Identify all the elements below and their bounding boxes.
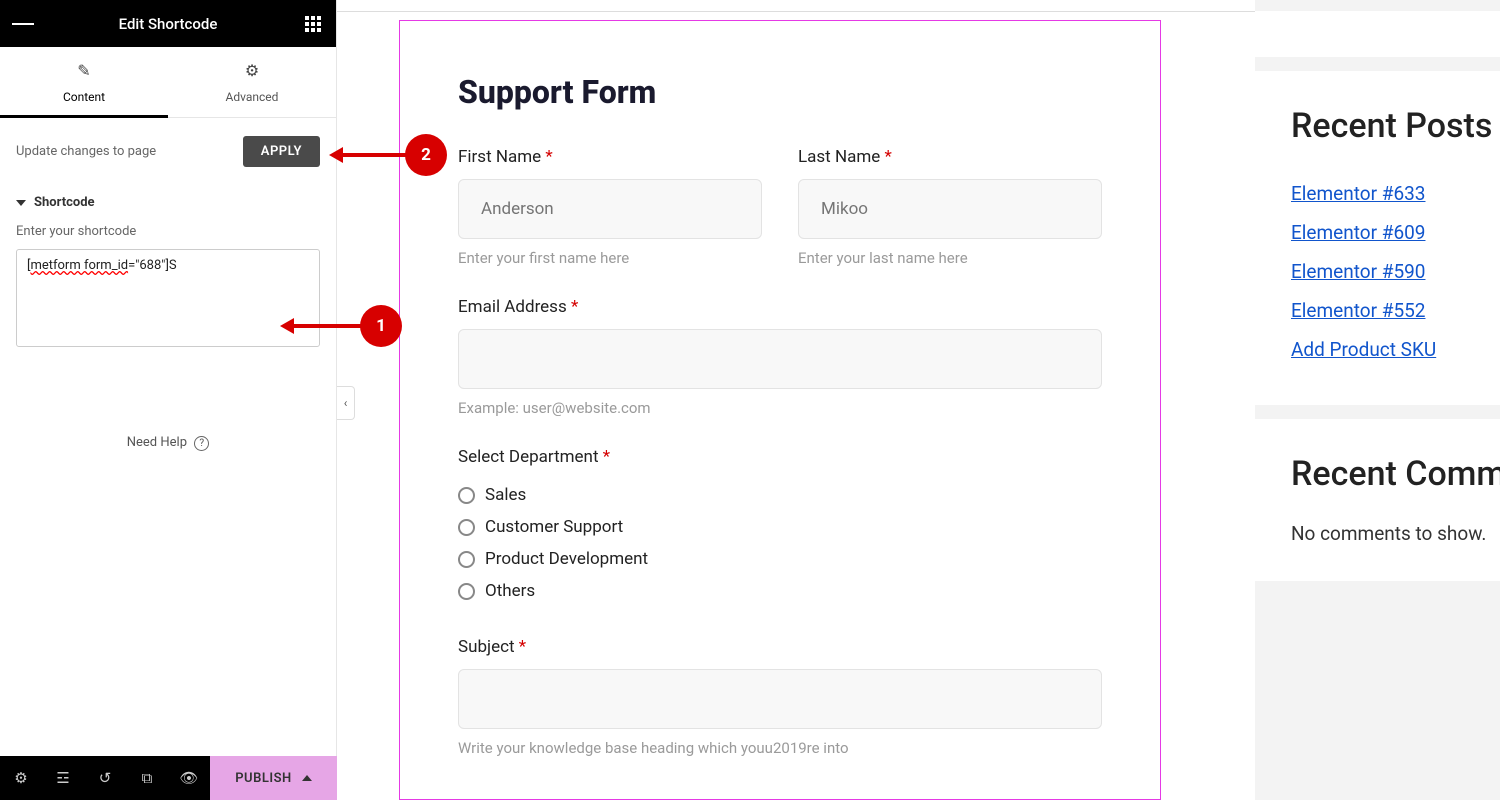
widget-recent-comments: Recent Comments No comments to show. — [1255, 419, 1500, 581]
form-title: Support Form — [458, 73, 1102, 111]
first-name-hint: Enter your first name here — [458, 249, 762, 267]
recent-post-link[interactable]: Add Product SKU — [1291, 330, 1500, 369]
publish-button[interactable]: PUBLISH — [210, 756, 337, 800]
editor-panel: Edit Shortcode ✎ Content ⚙ Advanced Upda… — [0, 0, 337, 800]
right-sidebar: Recent Posts Elementor #633 Elementor #6… — [1255, 0, 1500, 800]
annotation-1-arrow — [293, 324, 361, 328]
publish-label: PUBLISH — [235, 771, 292, 786]
radio-option[interactable]: Product Development — [458, 543, 1102, 575]
recent-post-link[interactable]: Elementor #552 — [1291, 291, 1500, 330]
no-comments-text: No comments to show. — [1291, 522, 1500, 545]
help-icon: ? — [194, 436, 209, 451]
apply-button[interactable]: APPLY — [243, 136, 320, 167]
required-mark: * — [884, 147, 891, 167]
radio-label: Others — [485, 581, 535, 601]
recent-post-link[interactable]: Elementor #633 — [1291, 174, 1500, 213]
recent-comments-title: Recent Comments — [1291, 455, 1500, 494]
shortcode-label: Enter your shortcode — [16, 224, 320, 239]
shortcode-section: Shortcode Enter your shortcode [metform … — [0, 185, 336, 365]
tab-advanced-label: Advanced — [226, 90, 279, 104]
subject-hint: Write your knowledge base heading which … — [458, 739, 1102, 757]
arrow-left-icon — [329, 147, 343, 163]
section-toggle-shortcode[interactable]: Shortcode — [16, 185, 320, 224]
field-last-name: Last Name * Enter your last name here — [798, 147, 1102, 267]
required-mark: * — [519, 637, 526, 657]
radio-label: Product Development — [485, 549, 648, 569]
recent-posts-title: Recent Posts — [1291, 107, 1500, 146]
shortcode-textarea[interactable]: [metform form_id="688"]S — [16, 249, 320, 347]
first-name-label: First Name — [458, 147, 541, 167]
panel-title: Edit Shortcode — [119, 15, 218, 33]
field-department: Select Department * Sales Customer Suppo… — [458, 447, 1102, 607]
recent-post-link[interactable]: Elementor #609 — [1291, 213, 1500, 252]
last-name-input[interactable] — [798, 179, 1102, 239]
last-name-label: Last Name — [798, 147, 880, 167]
radio-option[interactable]: Customer Support — [458, 511, 1102, 543]
annotation-2-arrow — [342, 153, 406, 157]
email-input[interactable] — [458, 329, 1102, 389]
field-first-name: First Name * Enter your first name here — [458, 147, 762, 267]
email-label: Email Address — [458, 297, 567, 317]
required-mark: * — [571, 297, 578, 317]
apply-message: Update changes to page — [16, 144, 156, 159]
widgets-grid-icon[interactable] — [302, 13, 324, 35]
department-radio-group: Sales Customer Support Product Developme… — [458, 479, 1102, 607]
preview-area: Support Form First Name * Enter your fir… — [337, 0, 1500, 800]
preview-icon[interactable]: 👁 — [168, 756, 210, 800]
tab-content-label: Content — [63, 90, 105, 104]
chevron-up-icon — [302, 775, 312, 781]
first-name-input[interactable] — [458, 179, 762, 239]
section-title: Shortcode — [34, 195, 95, 210]
tab-content[interactable]: ✎ Content — [0, 47, 168, 117]
widget-canvas[interactable]: Support Form First Name * Enter your fir… — [399, 20, 1161, 800]
annotation-1: 1 — [360, 305, 402, 347]
widget-recent-posts: Recent Posts Elementor #633 Elementor #6… — [1255, 71, 1500, 405]
required-mark: * — [603, 447, 610, 467]
responsive-icon[interactable]: ⧉ — [126, 756, 168, 800]
email-hint: Example: user@website.com — [458, 399, 1102, 417]
caret-down-icon — [16, 200, 26, 206]
history-icon[interactable]: ↺ — [84, 756, 126, 800]
radio-label: Customer Support — [485, 517, 623, 537]
gear-icon: ⚙ — [168, 61, 336, 80]
panel-header: Edit Shortcode — [0, 0, 336, 47]
required-mark: * — [545, 147, 552, 167]
radio-icon — [458, 551, 475, 568]
department-label: Select Department — [458, 447, 599, 467]
collapse-panel-button[interactable]: ‹ — [337, 386, 355, 420]
subject-label: Subject — [458, 637, 515, 657]
pencil-icon: ✎ — [0, 61, 168, 80]
need-help-link[interactable]: Need Help ? — [0, 365, 336, 521]
recent-post-link[interactable]: Elementor #590 — [1291, 252, 1500, 291]
settings-icon[interactable]: ⚙ — [0, 756, 42, 800]
radio-icon — [458, 583, 475, 600]
subject-input[interactable] — [458, 669, 1102, 729]
annotation-bubble: 1 — [360, 305, 402, 347]
field-subject: Subject * Write your knowledge base head… — [458, 637, 1102, 757]
radio-icon — [458, 487, 475, 504]
field-email: Email Address * Example: user@website.co… — [458, 297, 1102, 417]
apply-row: Update changes to page APPLY — [0, 118, 336, 185]
last-name-hint: Enter your last name here — [798, 249, 1102, 267]
annotation-bubble: 2 — [405, 134, 447, 176]
annotation-2: 2 — [405, 134, 447, 176]
radio-option[interactable]: Others — [458, 575, 1102, 607]
tab-advanced[interactable]: ⚙ Advanced — [168, 47, 336, 117]
radio-icon — [458, 519, 475, 536]
panel-footer: ⚙ ☲ ↺ ⧉ 👁 PUBLISH — [0, 756, 337, 800]
panel-tabs: ✎ Content ⚙ Advanced — [0, 47, 336, 118]
arrow-left-icon — [280, 318, 294, 334]
radio-label: Sales — [485, 485, 526, 505]
hamburger-icon[interactable] — [12, 13, 34, 35]
need-help-label: Need Help — [127, 435, 187, 450]
navigator-icon[interactable]: ☲ — [42, 756, 84, 800]
radio-option[interactable]: Sales — [458, 479, 1102, 511]
